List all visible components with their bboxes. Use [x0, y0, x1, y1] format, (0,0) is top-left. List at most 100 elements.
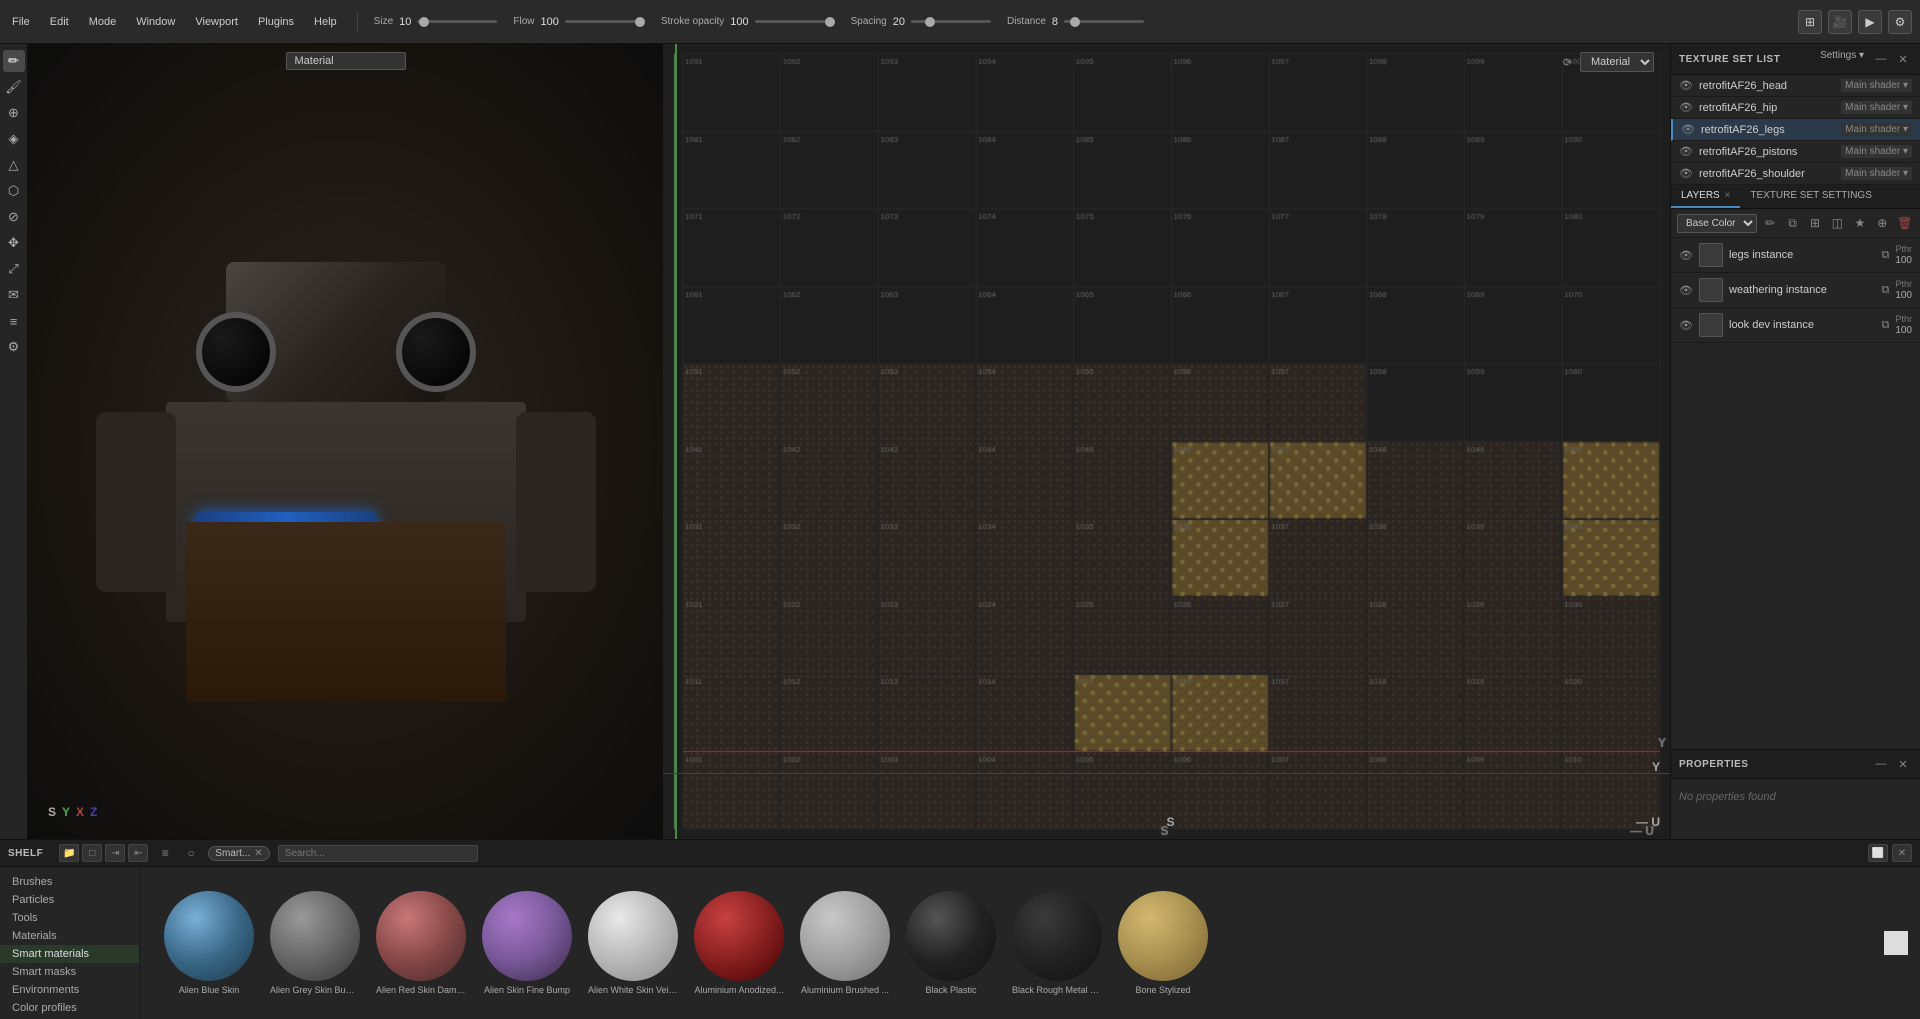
texture-set-eye[interactable]: 👁 — [1679, 79, 1693, 92]
tool-transform[interactable]: ⤢ — [3, 258, 25, 280]
shader-dropdown[interactable]: Main shader ▾ — [1841, 101, 1912, 114]
shelf-close-btn[interactable]: ✕ — [1892, 844, 1912, 862]
flow-slider[interactable] — [565, 20, 645, 23]
layer-eye[interactable]: 👁 — [1679, 249, 1693, 262]
texture-set-eye[interactable]: 👁 — [1679, 101, 1693, 114]
texture-set-list-close[interactable]: ✕ — [1894, 50, 1912, 68]
tab-layers-close[interactable]: × — [1725, 190, 1731, 201]
properties-minimize[interactable]: — — [1872, 755, 1890, 773]
material-card-black-plastic[interactable]: Black Plastic — [906, 891, 996, 995]
shelf-nav-particles[interactable]: Particles — [0, 891, 139, 909]
layer-item-legs-instance[interactable]: 👁 legs instance ⧉ Pthr 100 — [1671, 238, 1920, 273]
material-card-aluminium-anodized...[interactable]: Aluminium Anodized... — [694, 891, 784, 995]
shelf-nav-tools[interactable]: Tools — [0, 909, 139, 927]
tool-settings[interactable]: ⚙ — [3, 336, 25, 358]
material-card-aluminium-brushed-...[interactable]: Aluminium Brushed ... — [800, 891, 890, 995]
layer-copy-btn[interactable]: ⧉ — [1881, 319, 1889, 332]
menu-plugins[interactable]: Plugins — [254, 14, 298, 30]
menu-help[interactable]: Help — [310, 14, 341, 30]
layer-add-fill-btn[interactable]: ⊕ — [1873, 213, 1891, 233]
layer-add-effect-btn[interactable]: ★ — [1851, 213, 1869, 233]
texture-set-item-retrofitAF26_legs[interactable]: 👁 retrofitAF26_legs Main shader ▾ — [1671, 119, 1920, 141]
shelf-btn-export[interactable]: ⇤ — [128, 844, 148, 862]
shelf-maximize-btn[interactable]: ⬜ — [1868, 844, 1888, 862]
properties-close[interactable]: ✕ — [1894, 755, 1912, 773]
toolbar-icon-2[interactable]: 🎥 — [1828, 10, 1852, 34]
shader-dropdown[interactable]: Main shader ▾ — [1841, 167, 1912, 180]
toolbar-icon-4[interactable]: ⚙ — [1888, 10, 1912, 34]
menu-file[interactable]: File — [8, 14, 34, 30]
menu-mode[interactable]: Mode — [85, 14, 121, 30]
shader-dropdown[interactable]: Main shader ▾ — [1841, 145, 1912, 158]
shelf-nav-materials[interactable]: Materials — [0, 927, 139, 945]
size-slider[interactable] — [417, 20, 497, 23]
texture-set-eye[interactable]: 👁 — [1681, 123, 1695, 136]
shelf-nav-smart-materials[interactable]: Smart materials — [0, 945, 139, 963]
tool-drag[interactable]: ✥ — [3, 232, 25, 254]
layer-add-mask-btn[interactable]: ◫ — [1828, 213, 1846, 233]
tab-layers[interactable]: LAYERS × — [1671, 185, 1740, 208]
spacing-slider[interactable] — [911, 20, 991, 23]
tool-fill[interactable]: ◈ — [3, 128, 25, 150]
menu-viewport[interactable]: Viewport — [191, 14, 242, 30]
layer-add-group-btn[interactable]: ⊞ — [1806, 213, 1824, 233]
texture-set-item-retrofitAF26_pistons[interactable]: 👁 retrofitAF26_pistons Main shader ▾ — [1671, 141, 1920, 163]
tab-texture-set-settings[interactable]: TEXTURE SET SETTINGS — [1740, 185, 1882, 208]
distance-slider[interactable] — [1064, 20, 1144, 23]
shader-dropdown[interactable]: Main shader ▾ — [1841, 123, 1912, 136]
layer-copy-btn[interactable]: ⧉ — [1881, 284, 1889, 297]
shelf-filter-close[interactable]: ✕ — [254, 848, 262, 859]
menu-window[interactable]: Window — [132, 14, 179, 30]
tool-select[interactable]: ⬡ — [3, 180, 25, 202]
shelf-nav-environments[interactable]: Environments — [0, 981, 139, 999]
uv-sync-icon[interactable]: ⟳ — [1563, 56, 1572, 69]
layer-copy-btn[interactable]: ⧉ — [1881, 249, 1889, 262]
shelf-active-filter[interactable]: Smart... ✕ — [208, 846, 269, 861]
toolbar-icon-3[interactable]: ▶ — [1858, 10, 1882, 34]
layer-item-weathering-instance[interactable]: 👁 weathering instance ⧉ Pthr 100 — [1671, 273, 1920, 308]
material-card-black-rough-metal-d...[interactable]: Black Rough Metal D... — [1012, 891, 1102, 995]
tool-picker[interactable]: ⊘ — [3, 206, 25, 228]
shelf-btn-new[interactable]: □ — [82, 844, 102, 862]
tool-clone[interactable]: ⊕ — [3, 102, 25, 124]
layer-item-look-dev-instance[interactable]: 👁 look dev instance ⧉ Pthr 100 — [1671, 308, 1920, 343]
shelf-nav-smart-masks[interactable]: Smart masks — [0, 963, 139, 981]
material-card-alien-blue-skin[interactable]: Alien Blue Skin — [164, 891, 254, 995]
shelf-btn-folder[interactable]: 📁 — [59, 844, 79, 862]
layer-eye[interactable]: 👁 — [1679, 284, 1693, 297]
texture-set-list-minimize[interactable]: — — [1872, 50, 1890, 68]
tool-layers[interactable]: ≡ — [3, 310, 25, 332]
tool-geometry[interactable]: △ — [3, 154, 25, 176]
layer-copy-icon-btn[interactable]: ⧉ — [1783, 213, 1801, 233]
material-card-alien-red-skin-dama...[interactable]: Alien Red Skin Dama... — [376, 891, 466, 995]
texture-set-item-retrofitAF26_head[interactable]: 👁 retrofitAF26_head Main shader ▾ — [1671, 75, 1920, 97]
tool-annotation[interactable]: ✉ — [3, 284, 25, 306]
layer-eye[interactable]: 👁 — [1679, 319, 1693, 332]
shader-dropdown[interactable]: Main shader ▾ — [1841, 79, 1912, 92]
shelf-nav-brushes[interactable]: Brushes — [0, 873, 139, 891]
toolbar-icon-1[interactable]: ⊞ — [1798, 10, 1822, 34]
texture-set-settings-btn[interactable]: Settings ▾ — [1816, 50, 1868, 68]
layer-type-dropdown[interactable]: Base Color — [1677, 214, 1757, 233]
shelf-filter-btn[interactable]: ≡ — [156, 844, 174, 862]
shelf-btn-import[interactable]: ⇥ — [105, 844, 125, 862]
material-card-alien-grey-skin-bump...[interactable]: Alien Grey Skin Bump... — [270, 891, 360, 995]
shelf-search-input[interactable] — [278, 845, 478, 862]
menu-edit[interactable]: Edit — [46, 14, 73, 30]
texture-set-eye[interactable]: 👁 — [1679, 145, 1693, 158]
texture-set-item-retrofitAF26_hip[interactable]: 👁 retrofitAF26_hip Main shader ▾ — [1671, 97, 1920, 119]
tool-paint[interactable]: ✏ — [3, 50, 25, 72]
uv-canvas[interactable] — [663, 44, 1670, 839]
texture-set-item-retrofitAF26_shoulder[interactable]: 👁 retrofitAF26_shoulder Main shader ▾ — [1671, 163, 1920, 185]
material-card-alien-skin-fine-bump[interactable]: Alien Skin Fine Bump — [482, 891, 572, 995]
material-card-bone-stylized[interactable]: Bone Stylized — [1118, 891, 1208, 995]
layer-delete-btn[interactable]: 🗑 — [1896, 213, 1914, 233]
texture-set-eye[interactable]: 👁 — [1679, 167, 1693, 180]
stroke-opacity-slider[interactable] — [755, 20, 835, 23]
uv-material-dropdown[interactable]: Material — [1580, 52, 1654, 72]
shelf-circle-btn[interactable]: ○ — [182, 844, 200, 862]
material-card-alien-white-skin-veined[interactable]: Alien White Skin Veined — [588, 891, 678, 995]
layer-edit-btn[interactable]: ✏ — [1761, 213, 1779, 233]
tool-smudge[interactable]: 🖌 — [3, 76, 25, 98]
viewport-material-dropdown[interactable]: Material — [286, 52, 406, 70]
